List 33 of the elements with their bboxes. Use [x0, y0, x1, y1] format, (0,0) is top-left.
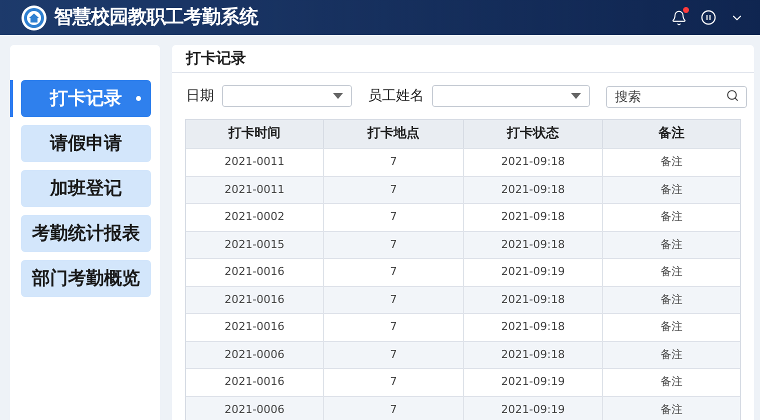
table-cell-text: 2021-0006: [224, 346, 286, 362]
panel-title: 打卡记录: [186, 48, 246, 70]
dropdown-caret-icon: [571, 93, 581, 99]
sidebar-item[interactable]: 加班登记: [21, 170, 151, 207]
table-cell-text: 2021-0016: [224, 264, 286, 280]
sidebar-item[interactable]: 部门考勤概览: [21, 260, 151, 297]
dropdown-caret-icon: [333, 93, 343, 99]
table-cell-text: 2021-0011: [224, 154, 286, 170]
table-cell: 7: [323, 396, 463, 420]
active-indicator: [10, 80, 13, 117]
sidebar-item[interactable]: 考勤统计报表: [21, 215, 151, 252]
search-field[interactable]: 搜索: [606, 86, 747, 108]
table-cell-text: 2021-0011: [224, 182, 286, 198]
table-cell-text: 2021-0015: [224, 236, 286, 252]
table-cell-text: 2021-0016: [224, 319, 286, 335]
column-header: 打卡时间: [227, 125, 282, 144]
dropdown-field[interactable]: [222, 85, 352, 107]
school-logo-icon: [21, 4, 47, 30]
table-cell-text: 2021-0002: [224, 209, 286, 225]
search-icon: [726, 88, 739, 102]
filter-label: 员工姓名: [368, 86, 424, 106]
dropdown-field[interactable]: [432, 85, 590, 107]
table-cell: 备注: [602, 396, 740, 420]
table-cell: 2021-09:19: [463, 396, 602, 420]
table-cell-text: 2021-0016: [224, 374, 286, 390]
table-cell-text: 2021-0016: [224, 292, 286, 308]
table-cell-text: 2021-0006: [224, 402, 286, 418]
filter-label: 日期: [186, 86, 214, 106]
sidebar-item[interactable]: 打卡记录: [21, 80, 151, 117]
app-title: 智慧校园教职工考勤系统: [54, 5, 258, 30]
notification-button[interactable]: [671, 10, 687, 26]
bell-icon: [671, 10, 687, 26]
sidebar-item[interactable]: 请假申请: [21, 125, 151, 162]
